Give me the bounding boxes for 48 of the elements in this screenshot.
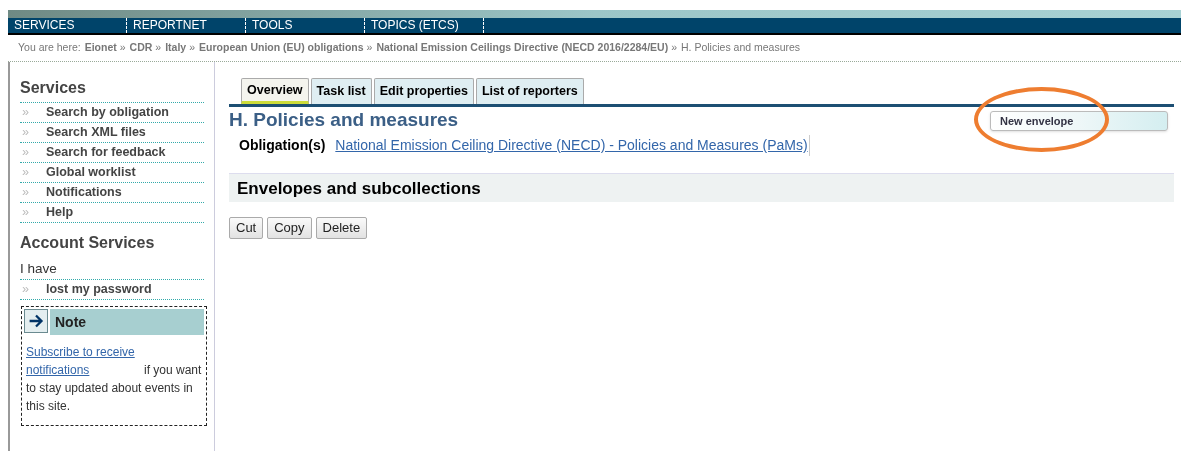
sidebar-link[interactable]: Help bbox=[46, 203, 74, 222]
breadcrumb-separator: » bbox=[671, 40, 678, 56]
breadcrumb-link[interactable]: European Union (EU) obligations bbox=[199, 40, 364, 56]
breadcrumb-separator: » bbox=[119, 40, 126, 56]
breadcrumb-separator: » bbox=[366, 40, 373, 56]
nav-link[interactable]: TOOLS bbox=[246, 18, 365, 33]
sidebar-link[interactable]: Notifications bbox=[46, 183, 122, 202]
sidebar-link[interactable]: lost my password bbox=[46, 280, 152, 300]
sidebar-link[interactable]: Search by obligation bbox=[46, 103, 169, 122]
obligation-label: Obligation(s) bbox=[239, 136, 326, 155]
breadcrumb-link[interactable]: National Emission Ceilings Directive (NECD 2016/2284/EU) bbox=[376, 40, 669, 56]
action-button[interactable]: Delete bbox=[315, 217, 368, 239]
breadcrumb-link[interactable]: Italy bbox=[165, 40, 187, 56]
tab[interactable]: List of reporters bbox=[475, 78, 584, 104]
new-envelope-button[interactable]: New envelope bbox=[990, 111, 1168, 132]
sidebar-link[interactable]: Global worklist bbox=[46, 163, 136, 182]
sidebar-heading: Services bbox=[20, 76, 204, 103]
breadcrumb-link[interactable]: CDR bbox=[129, 40, 153, 56]
obligation-link[interactable]: National Emission Ceiling Directive (NECD) - Policies and Measures (PaMs) bbox=[335, 135, 810, 156]
breadcrumb-label: You are here: bbox=[18, 40, 81, 56]
tab[interactable]: Overview bbox=[241, 78, 309, 104]
bullet-icon: » bbox=[20, 203, 46, 222]
bullet-icon: » bbox=[20, 123, 46, 142]
breadcrumb-current: H. Policies and measures bbox=[681, 40, 801, 56]
bullet-icon: » bbox=[20, 183, 46, 202]
bullet-icon: » bbox=[20, 163, 46, 182]
sidebar-link[interactable]: Search for feedback bbox=[46, 143, 166, 162]
sidebar-text: I have bbox=[20, 259, 204, 281]
subscribe-link[interactable]: Subscribe to receive notifications bbox=[26, 343, 144, 380]
breadcrumb-separator: » bbox=[155, 40, 162, 56]
bullet-icon: » bbox=[20, 280, 46, 300]
sidebar-heading: Account Services bbox=[20, 233, 156, 253]
sidebar-link[interactable]: Search XML files bbox=[46, 123, 146, 142]
section-heading: Envelopes and subcollections bbox=[229, 173, 1174, 202]
note-title: Note bbox=[50, 309, 204, 336]
tab[interactable]: Edit properties bbox=[373, 78, 474, 104]
note-text: Subscribe to receive notifications if you want to stay updated about events in this site. bbox=[25, 343, 203, 416]
bullet-icon: » bbox=[20, 103, 46, 122]
action-button[interactable]: Copy bbox=[267, 217, 312, 239]
nav-link[interactable]: TOPICS (ETCS) bbox=[365, 18, 484, 33]
nav-link[interactable]: REPORTNET bbox=[127, 18, 246, 33]
bullet-icon: » bbox=[20, 143, 46, 162]
breadcrumb-link[interactable]: Eionet bbox=[84, 40, 117, 56]
breadcrumb-separator: » bbox=[189, 40, 196, 56]
action-button[interactable]: Cut bbox=[229, 217, 264, 239]
tab[interactable]: Task list bbox=[310, 78, 372, 104]
page-title: H. Policies and measures bbox=[229, 108, 459, 132]
nav-link[interactable]: SERVICES bbox=[8, 18, 127, 33]
